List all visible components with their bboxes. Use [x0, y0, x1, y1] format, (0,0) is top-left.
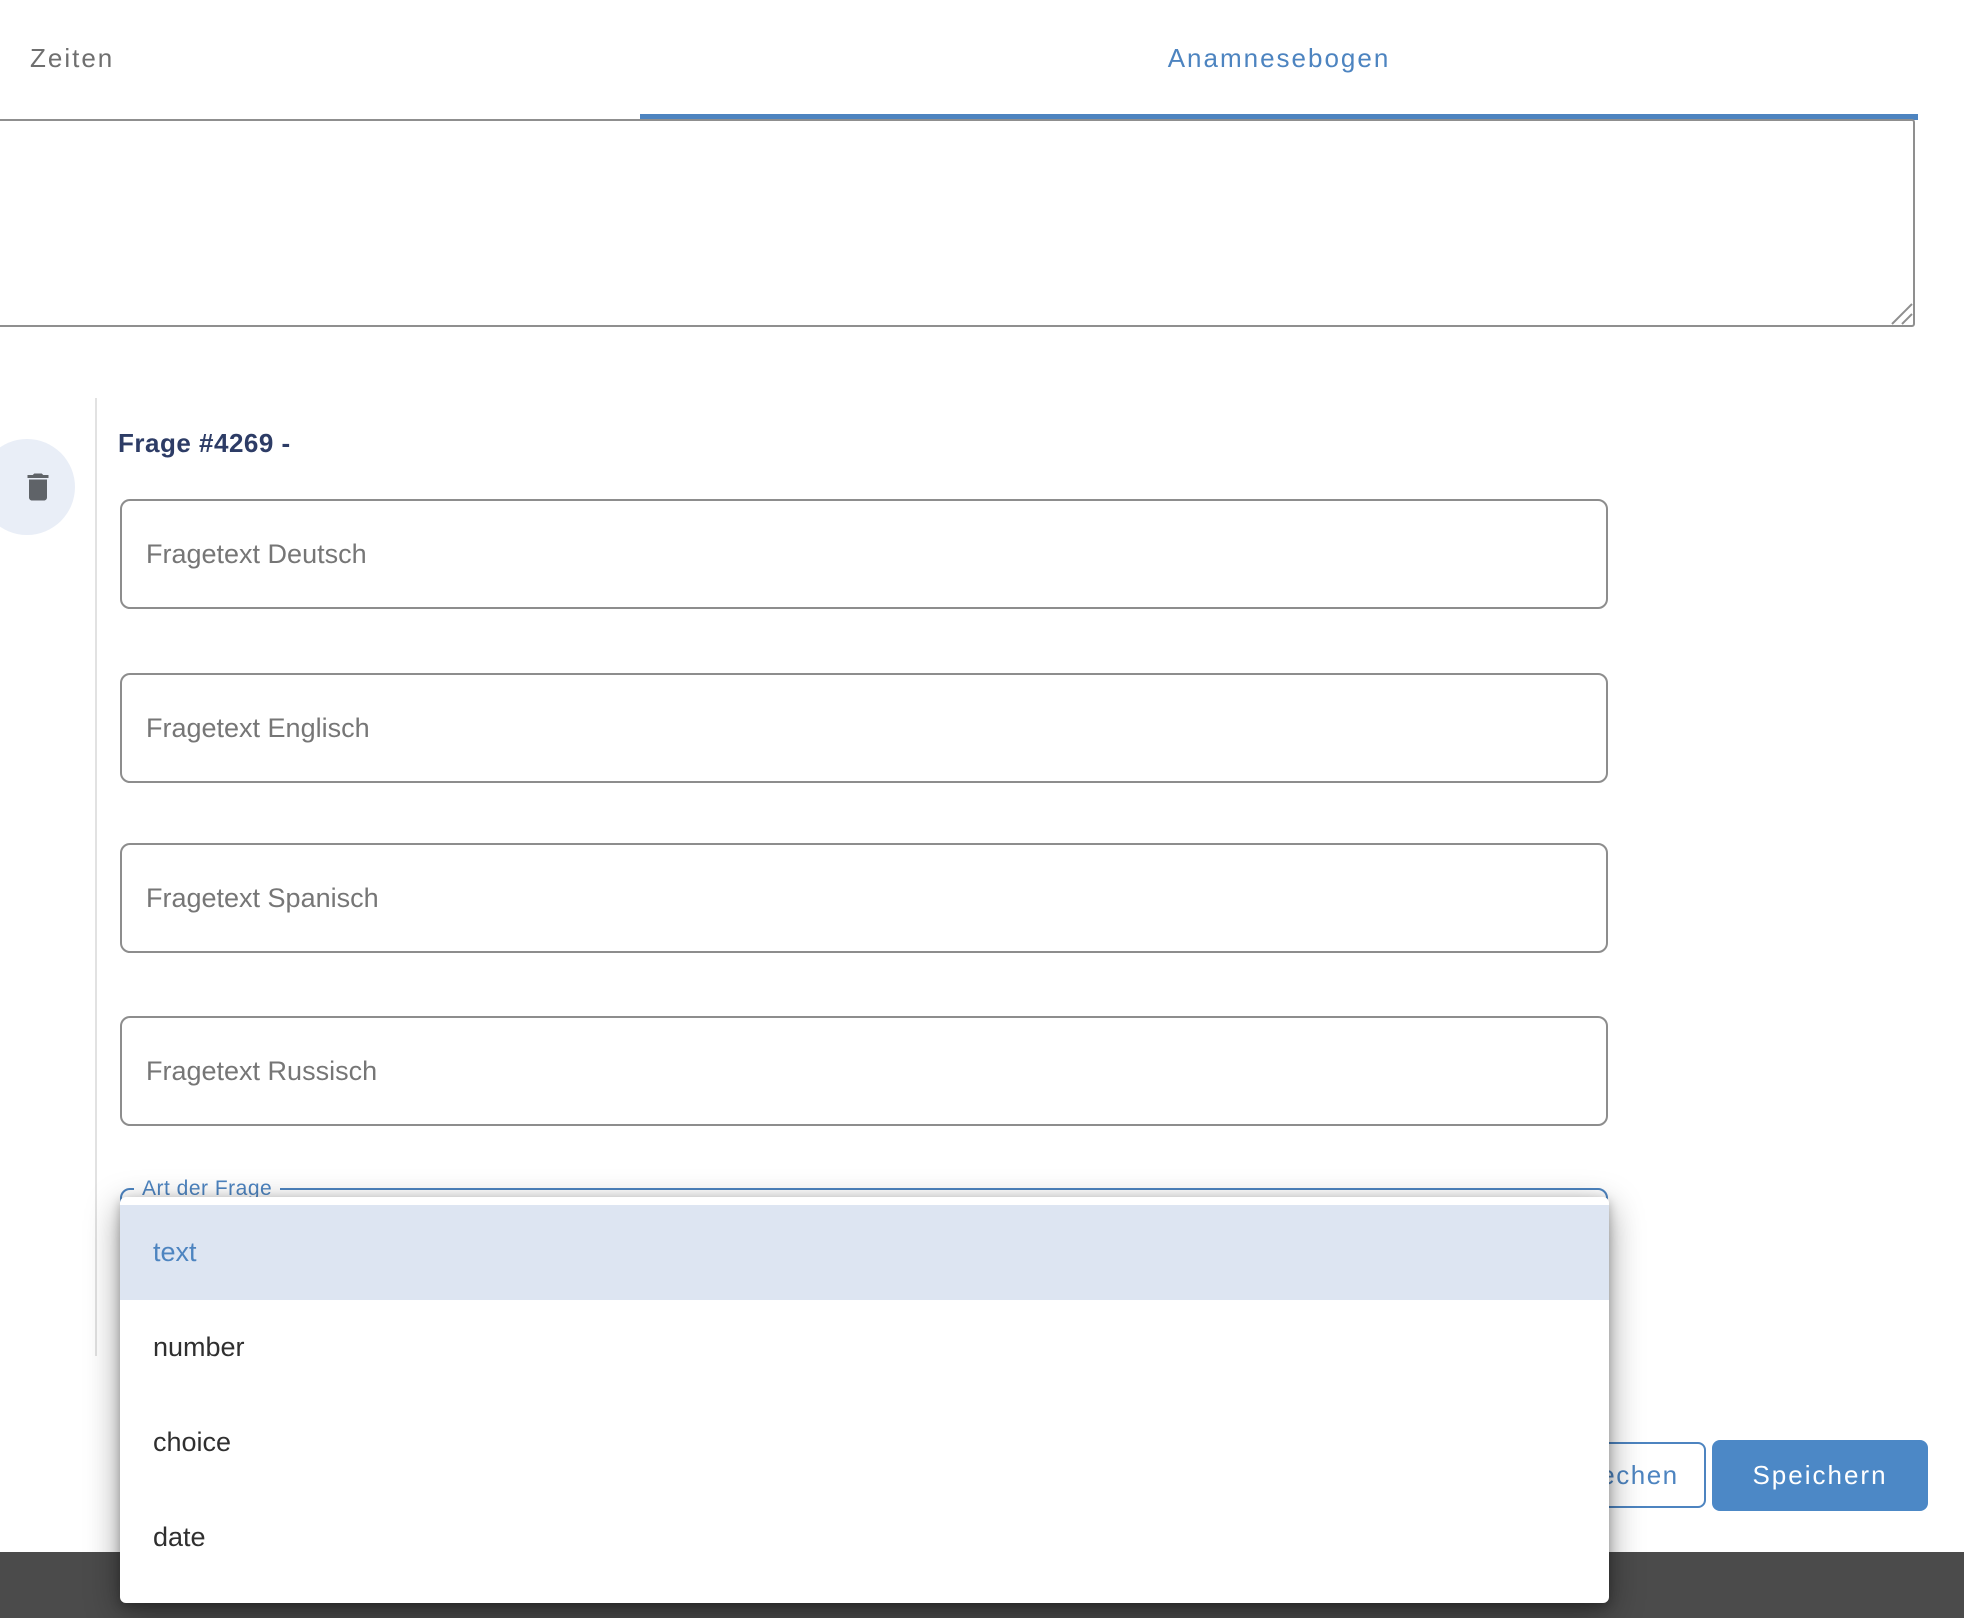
question-title: Frage #4269 - [118, 428, 291, 458]
save-button[interactable]: Speichern [1712, 1440, 1928, 1511]
question-text-es-input[interactable] [120, 843, 1608, 953]
trash-icon [20, 469, 56, 505]
delete-question-button[interactable] [0, 439, 75, 535]
question-text-en-input[interactable] [120, 673, 1608, 783]
description-textarea[interactable] [0, 119, 1915, 327]
menu-option-number[interactable]: number [120, 1300, 1609, 1395]
question-text-de-input[interactable] [120, 499, 1608, 609]
dialog: Zeiten Anamnesebogen Frage #4269 - Art d… [0, 0, 1964, 1618]
question-type-menu: text number choice date [120, 1197, 1609, 1603]
tab-zeiten[interactable]: Zeiten [30, 43, 114, 73]
menu-option-text[interactable]: text [120, 1205, 1609, 1300]
menu-option-choice[interactable]: choice [120, 1395, 1609, 1490]
menu-option-date[interactable]: date [120, 1490, 1609, 1585]
question-text-ru-input[interactable] [120, 1016, 1608, 1126]
question-block-divider [95, 398, 97, 1356]
tab-anamnesebogen[interactable]: Anamnesebogen [640, 43, 1918, 73]
